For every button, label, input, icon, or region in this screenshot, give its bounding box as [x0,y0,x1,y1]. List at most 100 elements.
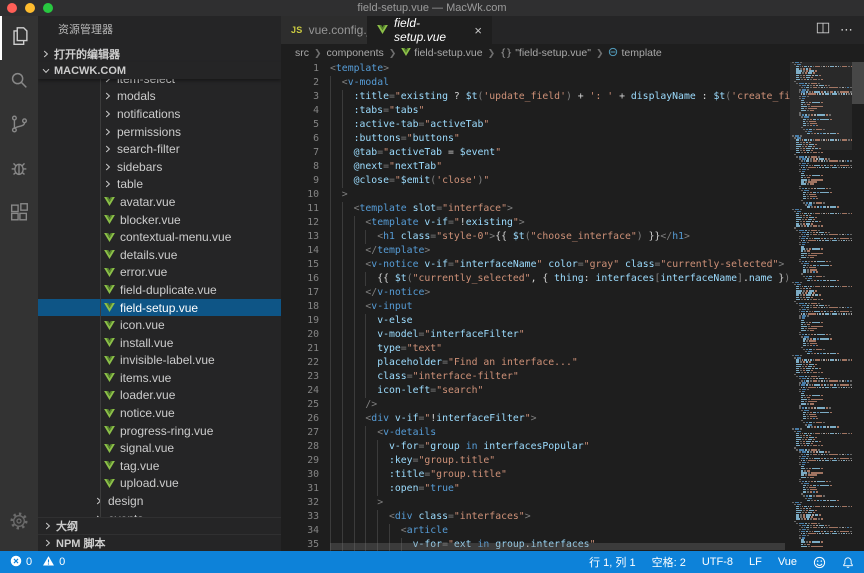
line-number: 31 [281,482,319,496]
chevron-right-icon: ❯ [486,48,498,59]
file-tree[interactable]: item-selectmodals notificationspermission… [38,79,281,519]
code-editor[interactable]: 1234567891011121314151617181920212223242… [281,62,864,551]
tree-item-item-select[interactable]: item-select [38,79,281,88]
line-number: 12 [281,216,319,230]
tree-item-loader.vue[interactable]: loader.vue [38,387,281,405]
tab-field-setup-vue[interactable]: field-setup.vue × [367,16,492,44]
tree-item-field-setup.vue[interactable]: field-setup.vue [38,299,281,317]
tree-item-label: modals [117,89,156,103]
tree-item-notice.vue[interactable]: notice.vue [38,404,281,422]
tree-item-upload.vue[interactable]: upload.vue [38,475,281,493]
tree-item-signal.vue[interactable]: signal.vue [38,439,281,457]
tree-item-tag.vue[interactable]: tag.vue [38,457,281,475]
outline-section[interactable]: 大纲 [38,517,281,534]
breadcrumb-src[interactable]: src [295,47,309,59]
breadcrumb-component-symbol[interactable]: {} "field-setup.vue" [500,47,591,59]
warning-icon [42,555,55,570]
tree-item-permissions[interactable]: permissions [38,123,281,141]
tree-item-items.vue[interactable]: items.vue [38,369,281,387]
minimap[interactable] [790,62,852,551]
language-mode[interactable]: Vue [778,556,797,568]
line-number: 5 [281,118,319,132]
project-name-label: MACWK.COM [54,65,126,77]
breadcrumb-components[interactable]: components [327,47,384,59]
line-number: 9 [281,174,319,188]
tree-item-contextual-menu.vue[interactable]: contextual-menu.vue [38,228,281,246]
tree-item-label: error.vue [120,265,167,279]
breadcrumb-template-symbol[interactable]: template [608,47,661,60]
line-number: 28 [281,440,319,454]
tab-vue-config-js[interactable]: JS vue.config.js [281,16,367,44]
line-number: 7 [281,146,319,160]
more-actions-icon[interactable]: ⋯ [840,22,854,38]
tree-item-invisible-label.vue[interactable]: invisible-label.vue [38,352,281,370]
tree-item-blocker.vue[interactable]: blocker.vue [38,211,281,229]
scrollbar-thumb[interactable] [852,62,864,104]
tree-item-design[interactable]: design [38,492,281,510]
breadcrumb: src ❯ components ❯ field-setup.vue ❯ {} … [281,44,864,62]
notifications-bell-icon[interactable] [842,556,854,569]
split-editor-icon[interactable] [816,21,830,40]
manage-button[interactable] [0,501,38,545]
indentation-indicator[interactable]: 空格: 2 [652,554,686,570]
code-line-15: <v-notice v-if="interfaceName" color="gr… [330,258,790,272]
tree-item-error.vue[interactable]: error.vue [38,264,281,282]
close-icon[interactable]: × [474,23,482,38]
tree-item-field-duplicate.vue[interactable]: field-duplicate.vue [38,281,281,299]
code-line-8: @next="nextTab" [330,160,790,174]
tree-item-progress-ring.vue[interactable]: progress-ring.vue [38,422,281,440]
vertical-scrollbar[interactable] [852,62,864,551]
chevron-right-icon: ❯ [594,48,606,59]
explorer-view-button[interactable] [0,16,38,60]
horizontal-scrollbar[interactable] [330,543,785,550]
tree-item-label: install.vue [120,336,173,350]
cursor-position[interactable]: 行 1, 列 1 [589,554,635,570]
open-editors-section[interactable]: 打开的编辑器 [38,45,281,62]
tree-item-label: progress-ring.vue [120,424,213,438]
tree-item-sidebars[interactable]: sidebars [38,158,281,176]
tree-item-install.vue[interactable]: install.vue [38,334,281,352]
chevron-right-icon [44,522,52,530]
feedback-smiley-icon[interactable] [813,556,826,569]
line-number: 33 [281,510,319,524]
editor-group: JS vue.config.js field-setup.vue × ⋯ [281,16,864,551]
line-number: 19 [281,314,319,328]
tab-label: vue.config.js [309,23,376,37]
code-line-10: > [330,188,790,202]
search-view-button[interactable] [0,60,38,104]
tree-item-label: field-setup.vue [120,301,198,315]
source-control-view-button[interactable] [0,104,38,148]
breadcrumb-file[interactable]: field-setup.vue [401,47,482,59]
tree-item-notifications[interactable]: notifications [38,105,281,123]
eol-indicator[interactable]: LF [749,556,762,568]
chevron-right-icon [104,163,112,171]
chevron-right-icon: ❯ [312,48,324,59]
sidebar-title: 资源管理器 [38,16,281,45]
encoding-indicator[interactable]: UTF-8 [702,556,733,568]
chevron-right-icon [42,50,50,58]
tree-item-label: loader.vue [120,388,175,402]
vue-file-icon [104,233,115,242]
project-section-header[interactable]: MACWK.COM [38,62,281,79]
code-line-24: icon-left="search" [330,384,790,398]
tree-item-avatar.vue[interactable]: avatar.vue [38,193,281,211]
tree-item-modals[interactable]: modals [38,88,281,106]
code-line-19: v-else [330,314,790,328]
tree-item-icon.vue[interactable]: icon.vue [38,316,281,334]
tree-item-search-filter[interactable]: search-filter [38,140,281,158]
line-number: 26 [281,412,319,426]
tree-item-label: details.vue [120,248,177,262]
line-number: 35 [281,538,319,551]
code-line-9: @close="$emit('close')" [330,174,790,188]
extensions-view-button[interactable] [0,192,38,236]
line-number: 30 [281,468,319,482]
problems-indicator[interactable]: 0 0 [10,555,65,570]
code-line-17: </v-notice> [330,286,790,300]
code-line-26: <div v-if="!interfaceFilter"> [330,412,790,426]
tree-item-table[interactable]: table [38,176,281,194]
line-number: 34 [281,524,319,538]
code-line-3: :title="existing ? $t('update_field') + … [330,90,790,104]
debug-view-button[interactable] [0,148,38,192]
tree-item-details.vue[interactable]: details.vue [38,246,281,264]
npm-scripts-section[interactable]: NPM 脚本 [38,534,281,551]
